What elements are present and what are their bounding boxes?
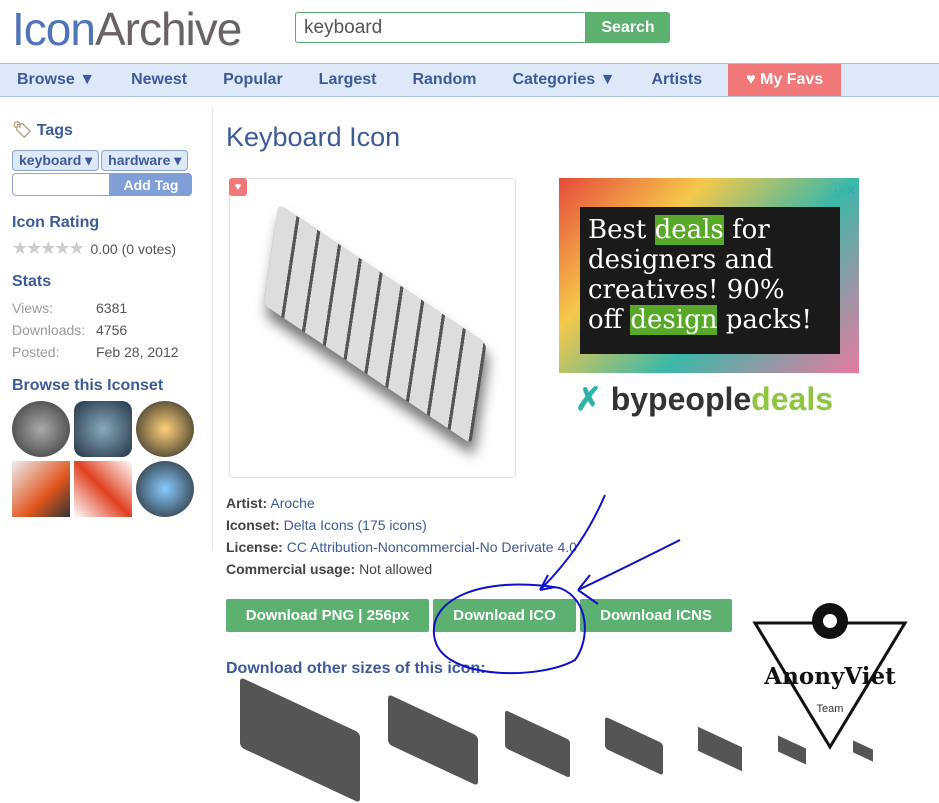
watermark: AnonyViet Team — [730, 585, 930, 755]
